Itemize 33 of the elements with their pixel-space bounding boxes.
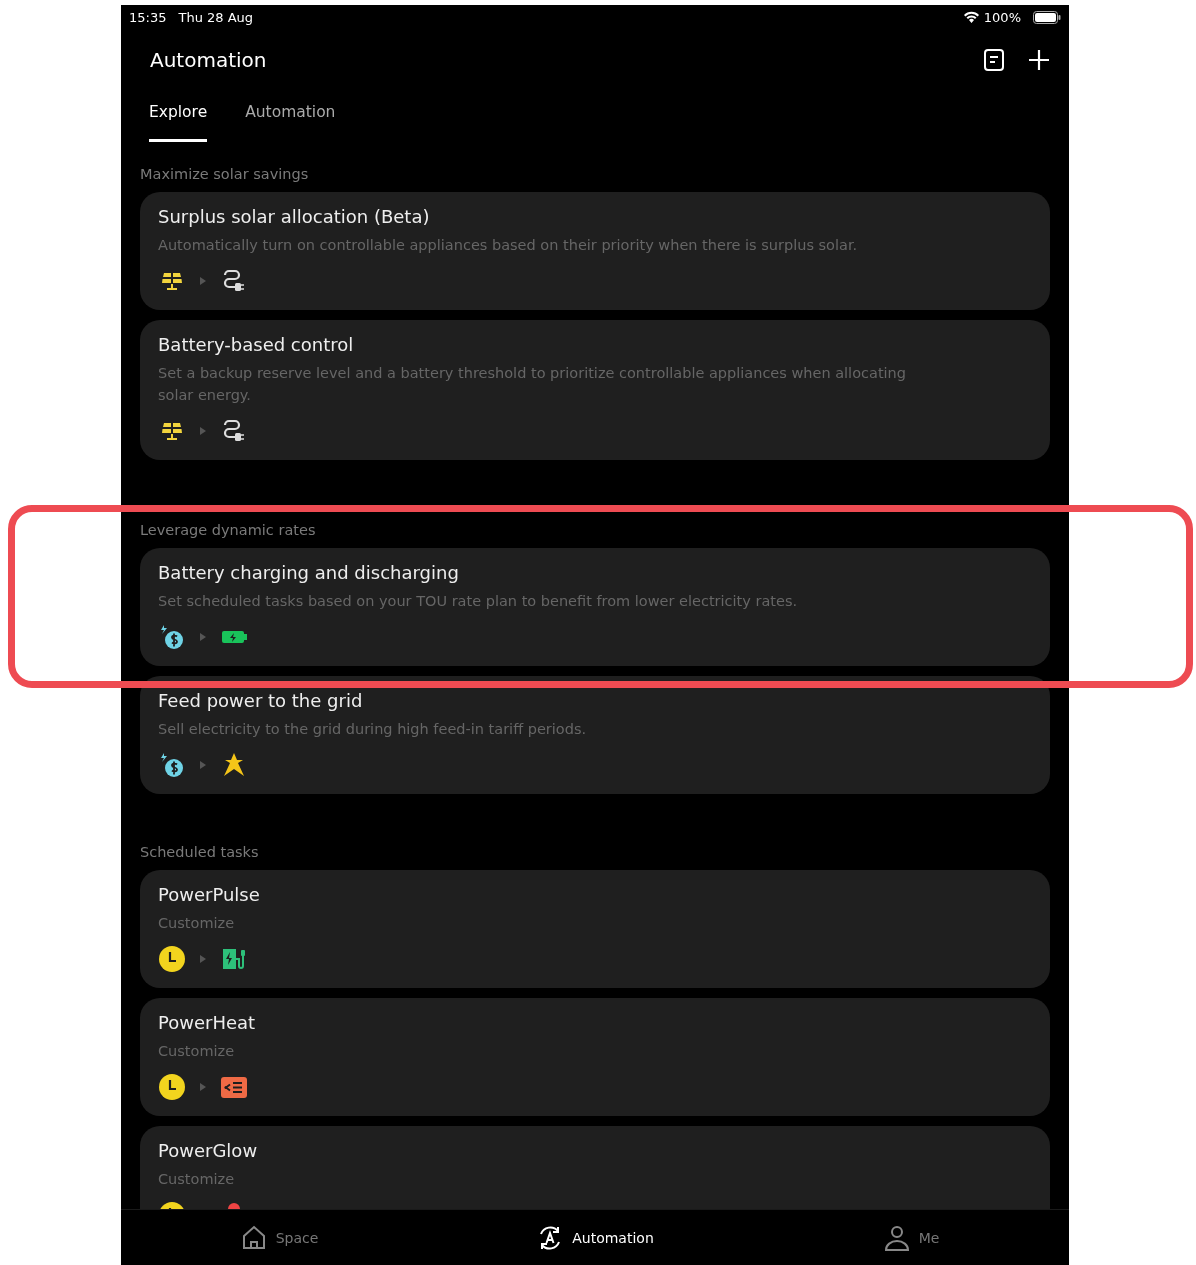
card-description: Customize (158, 1170, 236, 1189)
nav-item[interactable]: Me (753, 1210, 1069, 1265)
card-title: Battery charging and discharging (158, 561, 460, 585)
card-description: Customize (158, 1042, 236, 1061)
card-title: Battery-based control (158, 333, 355, 357)
card-title: Surplus solar allocation (Beta) (158, 205, 431, 229)
automation-card[interactable]: PowerGlow Customize (140, 1126, 1050, 1210)
automation-card[interactable]: PowerHeat Customize (140, 998, 1050, 1116)
card-description: Customize (158, 914, 236, 933)
automation-card[interactable]: PowerPulse Customize (140, 870, 1050, 988)
card-title: Feed power to the grid (158, 689, 364, 713)
status-date: Thu 28 Aug (178, 9, 254, 25)
automation-card[interactable]: Feed power to the grid Sell electricity to the grid during high feed-in tariff periods. (140, 676, 1050, 794)
status-time: 15:35 (129, 9, 167, 25)
automation-card[interactable]: Battery charging and discharging Set scheduled tasks based on your TOU rate plan to benefit from lower electricity rates. (140, 548, 1050, 666)
section-title: Maximize solar savings (140, 166, 310, 182)
battery-percentage: 100% (983, 9, 1021, 25)
card-description: Automatically turn on controllable appliances based on their priority when there is surplus solar. (158, 236, 859, 255)
nav-item[interactable]: Automation (437, 1210, 753, 1265)
card-description: Sell electricity to the grid during high feed-in tariff periods. (158, 720, 588, 739)
section-title: Scheduled tasks (140, 844, 260, 860)
card-title: PowerGlow (158, 1139, 259, 1163)
tab[interactable]: Explore (149, 95, 208, 142)
automation-card[interactable]: Battery-based control Set a backup reserve level and a battery threshold to prioritize controllable appliances when allocating solar energy. (140, 320, 1050, 460)
page-title: Automation (150, 48, 268, 72)
card-title: PowerPulse (158, 883, 261, 907)
section-title: Leverage dynamic rates (140, 522, 317, 538)
card-description: Set scheduled tasks based on your TOU rate plan to benefit from lower electricity rates. (158, 592, 799, 611)
card-title: PowerHeat (158, 1011, 257, 1035)
card-description: Set a backup reserve level and a battery threshold to prioritize controllable appliances when allocating solar energy. (158, 364, 907, 405)
nav-item[interactable]: Space (121, 1210, 437, 1265)
automation-card[interactable]: Surplus solar allocation (Beta) Automatically turn on controllable appliances based on their priority when there is surplus solar. (140, 192, 1050, 310)
tab[interactable]: Automation (245, 95, 336, 142)
